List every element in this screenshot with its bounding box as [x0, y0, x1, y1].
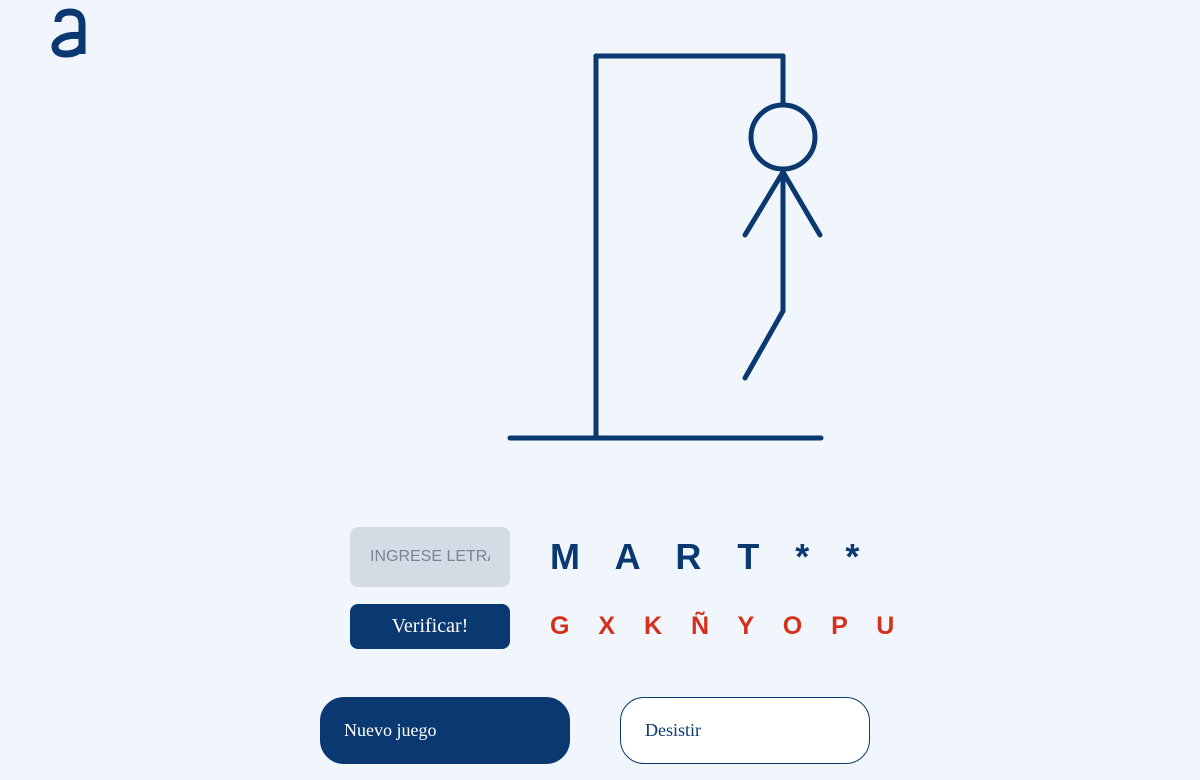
hangman-left-arm: [742, 169, 786, 238]
wrong-letters-display: G X K Ñ Y O P U: [550, 612, 906, 640]
hangman-drawing: [507, 53, 824, 441]
give-up-button[interactable]: Desistir: [620, 697, 870, 764]
hangman-left-leg: [742, 308, 786, 381]
verify-button[interactable]: Verificar!: [350, 604, 510, 649]
hangman-right-arm: [780, 169, 823, 238]
new-game-button[interactable]: Nuevo juego: [320, 697, 570, 764]
secret-word-display: M A R T * *: [550, 536, 873, 577]
hangman-head: [748, 102, 818, 172]
letter-input[interactable]: [350, 527, 510, 587]
